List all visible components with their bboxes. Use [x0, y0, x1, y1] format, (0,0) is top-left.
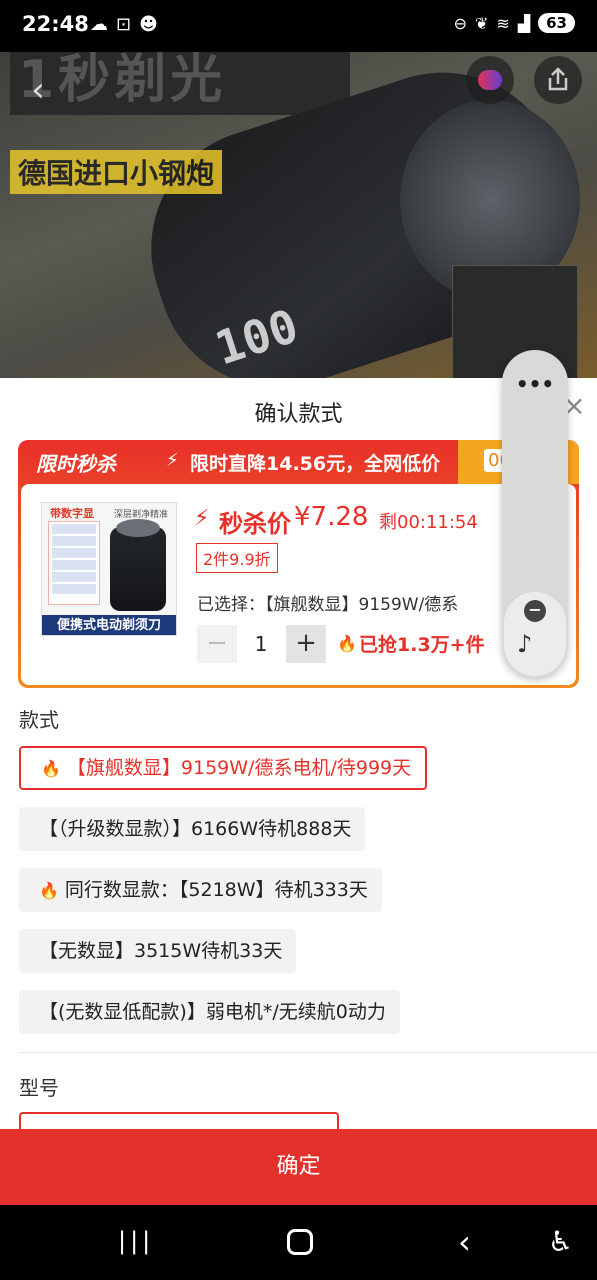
bundle-discount-tag: 2件9.9折	[196, 543, 278, 573]
battery-indicator: 63	[538, 13, 575, 33]
sold-count: 已抢1.3万+件	[359, 634, 485, 656]
wifi-icon: ≋	[496, 13, 510, 33]
share-glyph	[548, 67, 568, 91]
lightning-icon: ⚡	[166, 450, 179, 471]
back-icon[interactable]: ‹	[458, 1223, 471, 1261]
quantity-value[interactable]: 1	[237, 625, 285, 663]
fire-icon: 🔥	[41, 759, 61, 778]
signal-icon: ▟	[517, 13, 531, 33]
model-section-label: 型号	[19, 1076, 59, 1100]
thumbnail-feature-list	[48, 521, 100, 605]
fire-icon: 🔥	[337, 634, 357, 653]
flash-sale-bar: 限时秒杀 ⚡ 限时直降14.56元，全网低价 00	[18, 440, 579, 484]
cloud-icon: ☁	[90, 14, 108, 35]
section-divider	[19, 1052, 597, 1053]
price-value: ¥7.28	[294, 502, 369, 532]
flash-sale-text: 限时直降14.56元，全网低价	[190, 453, 441, 475]
status-left-icons: ☁ ⊡ ☻	[90, 14, 158, 35]
quantity-increase-button[interactable]: +	[286, 625, 326, 663]
share-icon[interactable]	[534, 56, 582, 104]
home-icon[interactable]	[287, 1229, 313, 1255]
recents-icon[interactable]: |||	[118, 1227, 154, 1255]
countdown-remaining: 剩00:11:54	[379, 512, 478, 533]
more-menu-icon[interactable]: •••	[502, 372, 568, 396]
style-option-label: 同行数显款：【5218W】待机333天	[64, 879, 368, 901]
minimize-icon[interactable]: −	[524, 600, 546, 622]
thumbnail-shaver-graphic	[110, 519, 166, 611]
product-hero-image[interactable]: 1秒剃光 德国进口小钢炮 100 ‹	[0, 40, 597, 385]
confirm-button[interactable]: 确定	[0, 1129, 597, 1205]
style-option-label: 【（升级数显款）】6166W待机888天	[39, 818, 352, 840]
selected-option-text: 已选择：【旗舰数显】9159W/德系	[197, 595, 459, 615]
quantity-decrease-button[interactable]: −	[197, 625, 237, 663]
thumbnail-top-text: 深层剃净精准	[114, 510, 169, 520]
style-option-label: 【无数显】3515W待机33天	[39, 940, 283, 962]
product-thumbnail[interactable]: 带数字显 深层剃净精准 便携式电动剃须刀	[41, 502, 177, 636]
product-card-body: 带数字显 深层剃净精准 便携式电动剃须刀 ⚡ 秒杀价 ¥7.28 剩00:11:…	[21, 484, 576, 685]
style-section-label: 款式	[19, 708, 59, 732]
ai-assistant-icon[interactable]	[466, 56, 514, 104]
thumbnail-caption: 便携式电动剃须刀	[42, 615, 176, 635]
back-arrow-icon[interactable]: ‹	[18, 70, 58, 110]
style-option-label: 【(无数显低配款)】弱电机*/无续航0动力	[39, 1001, 386, 1023]
status-time: 22:48	[22, 12, 89, 36]
hero-subtitle: 德国进口小钢炮	[10, 150, 223, 194]
style-option-peer[interactable]: 🔥 同行数显款：【5218W】待机333天	[19, 868, 382, 912]
style-option-flagship[interactable]: 🔥 【旗舰数显】9159W/德系电机/待999天	[19, 746, 428, 790]
style-option-no-display[interactable]: 【无数显】3515W待机33天	[19, 929, 297, 973]
price-label: 秒杀价	[219, 510, 291, 538]
status-right-icons: ⊖ ❦ ≋ ▟ 63	[454, 13, 575, 33]
accessibility-icon[interactable]: ♿	[548, 1225, 573, 1258]
floating-widget[interactable]: ••• − ♪	[502, 350, 568, 678]
price-lightning-icon: ⚡	[194, 506, 210, 531]
hero-headline: 1秒剃光	[10, 45, 350, 115]
flash-sale-tag: 限时秒杀	[36, 452, 116, 476]
fire-icon: 🔥	[39, 881, 59, 900]
product-card: 限时秒杀 ⚡ 限时直降14.56元，全网低价 00 带数字显 深层剃净精准 便携…	[18, 440, 579, 688]
audio-icon[interactable]: ♪	[517, 630, 532, 658]
style-option-upgrade[interactable]: 【（升级数显款）】6166W待机888天	[19, 807, 366, 851]
dnd-icon: ⊖	[453, 13, 467, 33]
scan-icon: ⊡	[116, 14, 132, 35]
status-bar: 22:48 ☁ ⊡ ☻ ⊖ ❦ ≋ ▟ 63	[0, 0, 597, 52]
style-option-low-config[interactable]: 【(无数显低配款)】弱电机*/无续航0动力	[19, 990, 400, 1034]
thumbnail-badge: 带数字显	[50, 507, 94, 520]
cat-icon: ☻	[139, 14, 158, 35]
system-nav-bar: ||| ‹ ♿	[0, 1205, 597, 1280]
floating-widget-controls: − ♪	[504, 592, 566, 676]
leaf-icon: ❦	[475, 13, 489, 33]
style-option-label: 【旗舰数显】9159W/德系电机/待999天	[66, 757, 412, 779]
